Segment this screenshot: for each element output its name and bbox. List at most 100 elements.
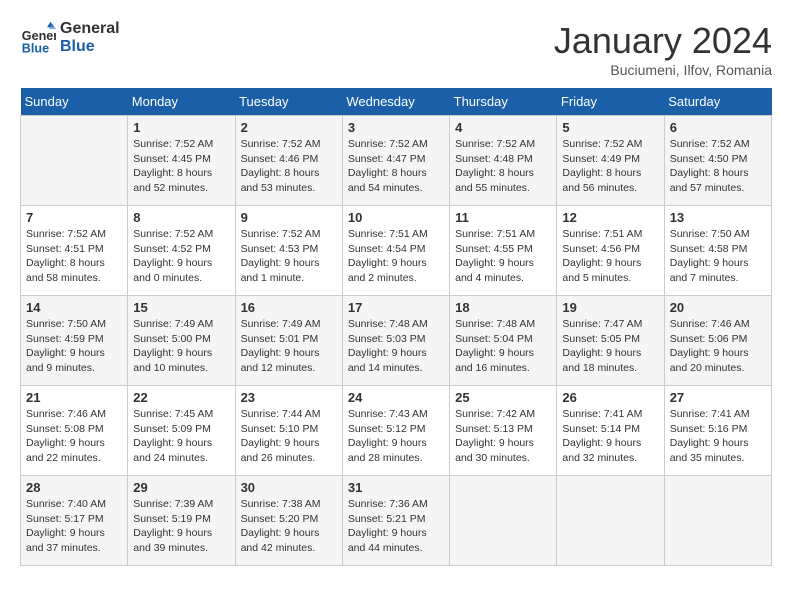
page-header: General Blue General Blue January 2024 B… (20, 20, 772, 78)
days-of-week-header: SundayMondayTuesdayWednesdayThursdayFrid… (21, 88, 772, 116)
dow-friday: Friday (557, 88, 664, 116)
day-info: Sunrise: 7:52 AMSunset: 4:47 PMDaylight:… (348, 137, 444, 196)
day-info: Sunrise: 7:47 AMSunset: 5:05 PMDaylight:… (562, 317, 658, 376)
day-number: 13 (670, 210, 766, 225)
day-number: 1 (133, 120, 229, 135)
day-cell (21, 116, 128, 206)
title-block: January 2024 Buciumeni, Ilfov, Romania (554, 20, 772, 78)
day-number: 9 (241, 210, 337, 225)
day-number: 10 (348, 210, 444, 225)
day-cell: 11Sunrise: 7:51 AMSunset: 4:55 PMDayligh… (450, 206, 557, 296)
calendar-body: 1 Sunrise: 7:52 AMSunset: 4:45 PMDaylight… (21, 116, 772, 566)
day-cell: 28 Sunrise: 7:40 AMSunset: 5:17 PMDayligh… (21, 476, 128, 566)
day-info: Sunrise: 7:49 AMSunset: 5:00 PMDaylight:… (133, 317, 229, 376)
day-cell: 20 Sunrise: 7:46 AMSunset: 5:06 PMDayligh… (664, 296, 771, 386)
day-number: 29 (133, 480, 229, 495)
day-cell: 5 Sunrise: 7:52 AMSunset: 4:49 PMDaylight… (557, 116, 664, 206)
day-info: Sunrise: 7:42 AMSunset: 5:13 PMDaylight:… (455, 407, 551, 466)
day-cell (557, 476, 664, 566)
day-cell: 18 Sunrise: 7:48 AMSunset: 5:04 PMDayligh… (450, 296, 557, 386)
location-subtitle: Buciumeni, Ilfov, Romania (554, 62, 772, 78)
day-number: 21 (26, 390, 122, 405)
day-number: 5 (562, 120, 658, 135)
day-cell: 4 Sunrise: 7:52 AMSunset: 4:48 PMDaylight… (450, 116, 557, 206)
day-cell: 16Sunrise: 7:49 AMSunset: 5:01 PMDayligh… (235, 296, 342, 386)
day-info: Sunrise: 7:48 AMSunset: 5:04 PMDaylight:… (455, 317, 551, 376)
day-info: Sunrise: 7:41 AMSunset: 5:14 PMDaylight:… (562, 407, 658, 466)
day-cell: 12 Sunrise: 7:51 AMSunset: 4:56 PMDayligh… (557, 206, 664, 296)
day-info: Sunrise: 7:40 AMSunset: 5:17 PMDaylight:… (26, 497, 122, 556)
day-info: Sunrise: 7:51 AMSunset: 4:56 PMDaylight:… (562, 227, 658, 286)
day-cell: 25 Sunrise: 7:42 AMSunset: 5:13 PMDayligh… (450, 386, 557, 476)
day-cell: 17 Sunrise: 7:48 AMSunset: 5:03 PMDayligh… (342, 296, 449, 386)
day-info: Sunrise: 7:52 AMSunset: 4:46 PMDaylight:… (241, 137, 337, 196)
day-cell: 26 Sunrise: 7:41 AMSunset: 5:14 PMDayligh… (557, 386, 664, 476)
day-info: Sunrise: 7:50 AMSunset: 4:59 PMDaylight:… (26, 317, 122, 376)
day-info: Sunrise: 7:52 AMSunset: 4:53 PMDaylight:… (241, 227, 337, 286)
day-info: Sunrise: 7:52 AMSunset: 4:52 PMDaylight:… (133, 227, 229, 286)
logo-general: General (60, 20, 120, 38)
day-cell: 31 Sunrise: 7:36 AMSunset: 5:21 PMDayligh… (342, 476, 449, 566)
day-number: 14 (26, 300, 122, 315)
day-cell: 19 Sunrise: 7:47 AMSunset: 5:05 PMDayligh… (557, 296, 664, 386)
day-cell (450, 476, 557, 566)
week-row-5: 28 Sunrise: 7:40 AMSunset: 5:17 PMDayligh… (21, 476, 772, 566)
day-info: Sunrise: 7:52 AMSunset: 4:48 PMDaylight:… (455, 137, 551, 196)
day-info: Sunrise: 7:46 AMSunset: 5:06 PMDaylight:… (670, 317, 766, 376)
day-info: Sunrise: 7:36 AMSunset: 5:21 PMDaylight:… (348, 497, 444, 556)
day-info: Sunrise: 7:46 AMSunset: 5:08 PMDaylight:… (26, 407, 122, 466)
day-info: Sunrise: 7:52 AMSunset: 4:45 PMDaylight:… (133, 137, 229, 196)
day-number: 20 (670, 300, 766, 315)
day-info: Sunrise: 7:49 AMSunset: 5:01 PMDaylight:… (241, 317, 337, 376)
day-number: 19 (562, 300, 658, 315)
day-number: 6 (670, 120, 766, 135)
dow-thursday: Thursday (450, 88, 557, 116)
day-info: Sunrise: 7:44 AMSunset: 5:10 PMDaylight:… (241, 407, 337, 466)
day-cell: 23Sunrise: 7:44 AMSunset: 5:10 PMDayligh… (235, 386, 342, 476)
day-info: Sunrise: 7:52 AMSunset: 4:50 PMDaylight:… (670, 137, 766, 196)
day-number: 25 (455, 390, 551, 405)
day-number: 26 (562, 390, 658, 405)
day-info: Sunrise: 7:52 AMSunset: 4:49 PMDaylight:… (562, 137, 658, 196)
day-number: 2 (241, 120, 337, 135)
week-row-1: 1 Sunrise: 7:52 AMSunset: 4:45 PMDaylight… (21, 116, 772, 206)
month-year-title: January 2024 (554, 20, 772, 62)
day-number: 12 (562, 210, 658, 225)
week-row-2: 7Sunrise: 7:52 AMSunset: 4:51 PMDaylight… (21, 206, 772, 296)
day-cell: 1 Sunrise: 7:52 AMSunset: 4:45 PMDaylight… (128, 116, 235, 206)
day-cell: 15Sunrise: 7:49 AMSunset: 5:00 PMDayligh… (128, 296, 235, 386)
day-number: 31 (348, 480, 444, 495)
day-number: 22 (133, 390, 229, 405)
day-number: 18 (455, 300, 551, 315)
day-cell: 8Sunrise: 7:52 AMSunset: 4:52 PMDaylight… (128, 206, 235, 296)
day-cell: 27 Sunrise: 7:41 AMSunset: 5:16 PMDayligh… (664, 386, 771, 476)
dow-sunday: Sunday (21, 88, 128, 116)
day-cell: 9 Sunrise: 7:52 AMSunset: 4:53 PMDaylight… (235, 206, 342, 296)
day-info: Sunrise: 7:41 AMSunset: 5:16 PMDaylight:… (670, 407, 766, 466)
svg-text:Blue: Blue (22, 41, 49, 55)
day-cell: 7Sunrise: 7:52 AMSunset: 4:51 PMDaylight… (21, 206, 128, 296)
day-cell: 22Sunrise: 7:45 AMSunset: 5:09 PMDayligh… (128, 386, 235, 476)
day-info: Sunrise: 7:39 AMSunset: 5:19 PMDaylight:… (133, 497, 229, 556)
dow-tuesday: Tuesday (235, 88, 342, 116)
day-cell: 2 Sunrise: 7:52 AMSunset: 4:46 PMDaylight… (235, 116, 342, 206)
day-info: Sunrise: 7:50 AMSunset: 4:58 PMDaylight:… (670, 227, 766, 286)
day-info: Sunrise: 7:38 AMSunset: 5:20 PMDaylight:… (241, 497, 337, 556)
day-cell: 3Sunrise: 7:52 AMSunset: 4:47 PMDaylight… (342, 116, 449, 206)
day-cell: 10Sunrise: 7:51 AMSunset: 4:54 PMDayligh… (342, 206, 449, 296)
day-cell: 30Sunrise: 7:38 AMSunset: 5:20 PMDayligh… (235, 476, 342, 566)
day-cell: 29 Sunrise: 7:39 AMSunset: 5:19 PMDayligh… (128, 476, 235, 566)
dow-wednesday: Wednesday (342, 88, 449, 116)
day-number: 7 (26, 210, 122, 225)
dow-saturday: Saturday (664, 88, 771, 116)
dow-monday: Monday (128, 88, 235, 116)
logo: General Blue General Blue (20, 20, 120, 56)
day-number: 28 (26, 480, 122, 495)
day-info: Sunrise: 7:48 AMSunset: 5:03 PMDaylight:… (348, 317, 444, 376)
day-number: 11 (455, 210, 551, 225)
day-number: 17 (348, 300, 444, 315)
day-number: 4 (455, 120, 551, 135)
day-number: 27 (670, 390, 766, 405)
week-row-3: 14 Sunrise: 7:50 AMSunset: 4:59 PMDayligh… (21, 296, 772, 386)
day-cell: 21 Sunrise: 7:46 AMSunset: 5:08 PMDayligh… (21, 386, 128, 476)
